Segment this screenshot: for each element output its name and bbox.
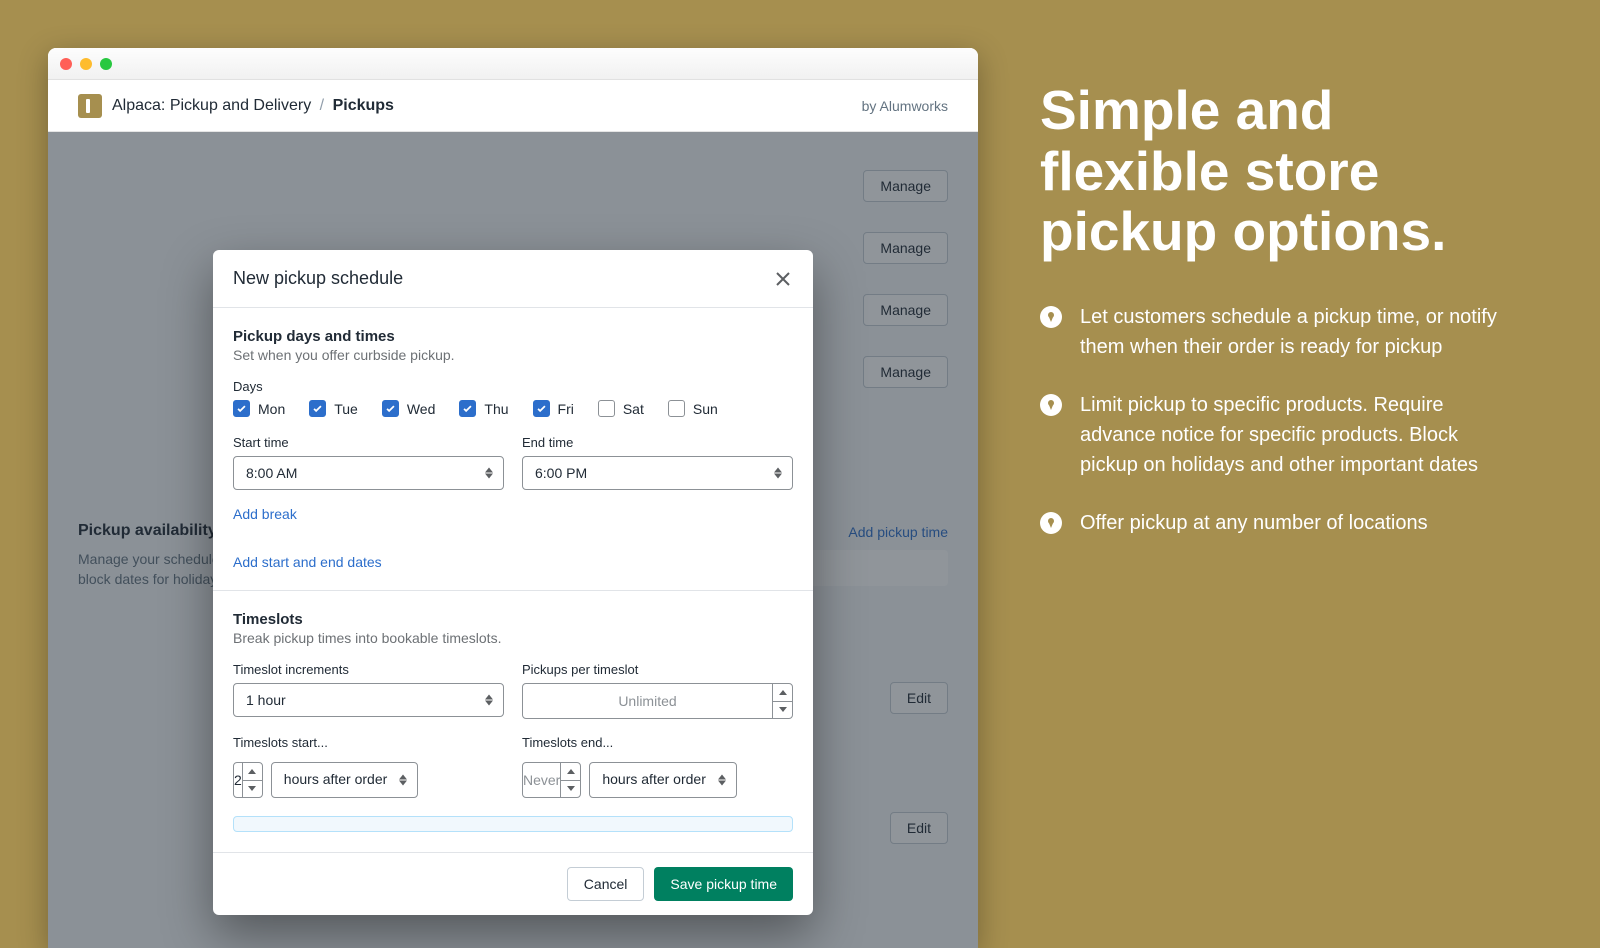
checkbox-icon: [459, 400, 476, 417]
select-caret-icon: [774, 468, 782, 479]
window-minimize-icon[interactable]: [80, 58, 92, 70]
promo-item-text: Let customers schedule a pickup time, or…: [1080, 302, 1510, 362]
start-time-value: 8:00 AM: [246, 465, 297, 481]
cancel-button[interactable]: Cancel: [567, 867, 645, 901]
per-slot-placeholder: Unlimited: [523, 684, 772, 718]
day-label: Wed: [407, 401, 436, 417]
select-caret-icon: [399, 775, 407, 786]
day-checkbox-wed[interactable]: Wed: [382, 400, 436, 417]
ts-start-value: 2: [234, 763, 242, 797]
bullet-icon: [1040, 512, 1062, 534]
checkbox-icon: [598, 400, 615, 417]
add-dates-link[interactable]: Add start and end dates: [233, 554, 382, 570]
ts-end-placeholder: Never: [523, 763, 560, 797]
increments-label: Timeslot increments: [233, 662, 504, 677]
checkbox-icon: [309, 400, 326, 417]
checkbox-icon: [382, 400, 399, 417]
promo-item: Let customers schedule a pickup time, or…: [1040, 302, 1510, 362]
save-pickup-time-button[interactable]: Save pickup time: [654, 867, 793, 901]
section-subtitle: Set when you offer curbside pickup.: [233, 347, 793, 363]
ts-start-unit-select[interactable]: hours after order: [271, 762, 419, 798]
window-zoom-icon[interactable]: [100, 58, 112, 70]
ts-start-label: Timeslots start...: [233, 735, 504, 750]
titlebar: [48, 48, 978, 80]
day-label: Mon: [258, 401, 285, 417]
add-break-link[interactable]: Add break: [233, 506, 297, 522]
app-body: Manage Manage Manage Manage Add pickup t…: [48, 132, 978, 948]
increments-select[interactable]: 1 hour: [233, 683, 504, 717]
bullet-icon: [1040, 306, 1062, 328]
per-slot-label: Pickups per timeslot: [522, 662, 793, 677]
end-time-select[interactable]: 6:00 PM: [522, 456, 793, 490]
promo-item: Limit pickup to specific products. Requi…: [1040, 390, 1510, 480]
days-row: Mon Tue Wed Thu Fri Sat Sun: [233, 400, 793, 417]
modal-title: New pickup schedule: [233, 268, 403, 289]
per-slot-input[interactable]: Unlimited: [522, 683, 793, 719]
checkbox-icon: [668, 400, 685, 417]
modal-body: Pickup days and times Set when you offer…: [213, 308, 813, 852]
promo-panel: Simple and flexible store pickup options…: [1040, 80, 1510, 566]
day-label: Sat: [623, 401, 644, 417]
info-banner: [233, 816, 793, 832]
promo-item-text: Limit pickup to specific products. Requi…: [1080, 390, 1510, 480]
day-checkbox-mon[interactable]: Mon: [233, 400, 285, 417]
spinner-icon[interactable]: [772, 684, 792, 718]
window-close-icon[interactable]: [60, 58, 72, 70]
new-pickup-schedule-modal: New pickup schedule Pickup days and time…: [213, 250, 813, 915]
ts-end-input[interactable]: Never: [522, 762, 581, 798]
section-title: Pickup days and times: [233, 328, 793, 345]
select-caret-icon: [485, 468, 493, 479]
day-checkbox-tue[interactable]: Tue: [309, 400, 358, 417]
select-caret-icon: [718, 775, 726, 786]
app-window: Alpaca: Pickup and Delivery / Pickups by…: [48, 48, 978, 948]
start-time-label: Start time: [233, 435, 504, 450]
breadcrumb: Alpaca: Pickup and Delivery / Pickups: [112, 97, 394, 115]
day-checkbox-thu[interactable]: Thu: [459, 400, 508, 417]
day-label: Sun: [693, 401, 718, 417]
ts-end-unit-select[interactable]: hours after order: [589, 762, 737, 798]
day-checkbox-sun[interactable]: Sun: [668, 400, 718, 417]
crumb-current: Pickups: [333, 97, 394, 114]
end-time-label: End time: [522, 435, 793, 450]
app-icon: [78, 94, 102, 118]
close-icon[interactable]: [773, 269, 793, 289]
app-header: Alpaca: Pickup and Delivery / Pickups by…: [48, 80, 978, 132]
day-label: Thu: [484, 401, 508, 417]
promo-heading: Simple and flexible store pickup options…: [1040, 80, 1510, 262]
day-checkbox-fri[interactable]: Fri: [533, 400, 574, 417]
day-label: Fri: [558, 401, 574, 417]
select-caret-icon: [485, 695, 493, 706]
checkbox-icon: [533, 400, 550, 417]
modal-header: New pickup schedule: [213, 250, 813, 308]
checkbox-icon: [233, 400, 250, 417]
modal-footer: Cancel Save pickup time: [213, 852, 813, 915]
end-time-value: 6:00 PM: [535, 465, 587, 481]
day-checkbox-sat[interactable]: Sat: [598, 400, 644, 417]
bullet-icon: [1040, 394, 1062, 416]
spinner-icon[interactable]: [560, 763, 580, 797]
promo-item: Offer pickup at any number of locations: [1040, 508, 1510, 538]
start-time-select[interactable]: 8:00 AM: [233, 456, 504, 490]
spinner-icon[interactable]: [242, 763, 262, 797]
crumb-separator: /: [320, 97, 324, 114]
ts-end-label: Timeslots end...: [522, 735, 793, 750]
promo-item-text: Offer pickup at any number of locations: [1080, 508, 1428, 538]
section-subtitle: Break pickup times into bookable timeslo…: [233, 630, 793, 646]
crumb-root[interactable]: Alpaca: Pickup and Delivery: [112, 97, 311, 114]
days-label: Days: [233, 379, 793, 394]
increments-value: 1 hour: [246, 692, 286, 708]
day-label: Tue: [334, 401, 358, 417]
ts-end-unit: hours after order: [602, 771, 706, 787]
divider: [213, 590, 813, 591]
ts-start-input[interactable]: 2: [233, 762, 263, 798]
byline: by Alumworks: [862, 98, 948, 114]
promo-list: Let customers schedule a pickup time, or…: [1040, 302, 1510, 538]
section-title: Timeslots: [233, 611, 793, 628]
ts-start-unit: hours after order: [284, 771, 388, 787]
